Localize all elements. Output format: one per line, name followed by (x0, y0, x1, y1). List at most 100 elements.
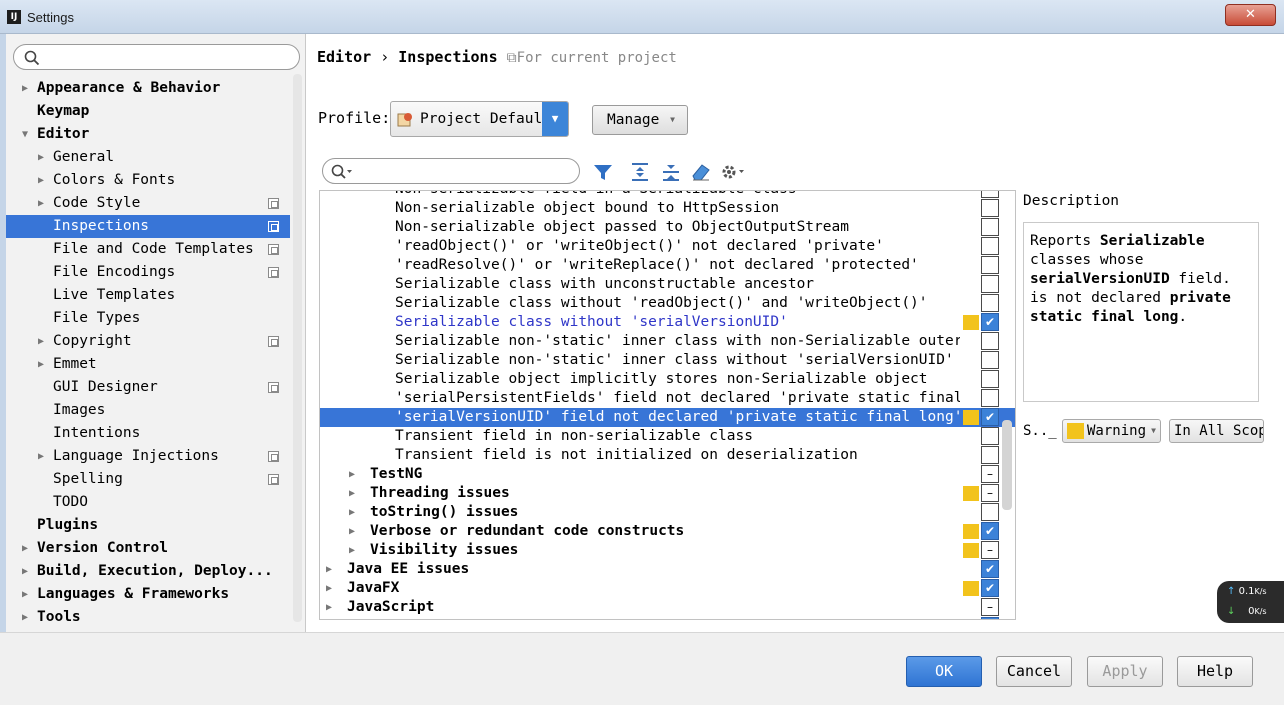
collapsed-arrow-icon[interactable]: ▶ (38, 330, 44, 353)
sidebar-item[interactable]: ▶ Colors & Fonts (6, 169, 290, 192)
inspection-checkbox[interactable] (981, 541, 999, 559)
collapsed-arrow-icon[interactable]: ▶ (22, 560, 28, 583)
inspection-filter-input[interactable] (322, 158, 580, 184)
collapsed-arrow-icon[interactable]: ▶ (326, 579, 332, 598)
inspection-checkbox[interactable] (981, 199, 999, 217)
collapsed-arrow-icon[interactable]: ▶ (38, 445, 44, 468)
scope-dropdown[interactable]: In All Scopes (1169, 419, 1264, 443)
inspection-row[interactable]: Non-serializable object passed to Object… (320, 218, 1015, 237)
inspection-row[interactable]: 'serialPersistentFields' field not decla… (320, 389, 1015, 408)
inspection-row[interactable]: Serializable class with unconstructable … (320, 275, 1015, 294)
inspection-row[interactable]: Serializable class without 'serialVersio… (320, 313, 1015, 332)
inspection-checkbox[interactable]: ✔ (981, 522, 999, 540)
inspection-checkbox[interactable] (981, 389, 999, 407)
apply-button[interactable]: Apply (1087, 656, 1163, 687)
inspection-checkbox[interactable] (981, 275, 999, 293)
profile-dropdown[interactable]: Project Default ▼ (390, 101, 569, 137)
chevron-down-icon[interactable]: ▼ (542, 102, 568, 136)
inspection-checkbox[interactable] (981, 256, 999, 274)
inspection-row[interactable]: Transient field is not initialized on de… (320, 446, 1015, 465)
collapsed-arrow-icon[interactable]: ▶ (349, 522, 355, 541)
sidebar-item[interactable]: ▶ Language Injections (6, 445, 290, 468)
sidebar-item[interactable]: ▶ Build, Execution, Deploy... (6, 560, 290, 583)
inspection-row[interactable]: 'readResolve()' or 'writeReplace()' not … (320, 256, 1015, 275)
inspection-row[interactable]: Serializable class without 'readObject()… (320, 294, 1015, 313)
inspection-checkbox[interactable] (981, 191, 999, 198)
inspection-checkbox[interactable] (981, 218, 999, 236)
collapse-all-icon[interactable] (660, 161, 682, 183)
sidebar-item[interactable]: File Types (6, 307, 290, 330)
reset-eraser-icon[interactable] (690, 161, 712, 183)
collapsed-arrow-icon[interactable]: ▶ (38, 146, 44, 169)
sidebar-item[interactable]: TODO (6, 491, 290, 514)
inspection-row[interactable]: ▶ Visibility issues (320, 541, 1015, 560)
collapsed-arrow-icon[interactable]: ▶ (22, 77, 28, 100)
collapsed-arrow-icon[interactable]: ▶ (22, 537, 28, 560)
inspection-checkbox[interactable] (981, 294, 999, 312)
inspection-checkbox[interactable]: ✔ (981, 313, 999, 331)
sidebar-item[interactable]: Images (6, 399, 290, 422)
help-button[interactable]: Help (1177, 656, 1253, 687)
inspection-checkbox[interactable]: ✔ (981, 560, 999, 578)
collapsed-arrow-icon[interactable]: ▶ (349, 541, 355, 560)
inspection-checkbox[interactable] (981, 332, 999, 350)
collapsed-arrow-icon[interactable]: ▶ (38, 192, 44, 215)
sidebar-item[interactable]: ▼ Editor (6, 123, 290, 146)
inspection-row[interactable]: Non-serializable field in a Serializable… (320, 191, 1015, 199)
inspection-checkbox[interactable] (981, 503, 999, 521)
inspection-row[interactable]: ▶ toString() issues (320, 503, 1015, 522)
inspection-row[interactable]: Serializable non-'static' inner class wi… (320, 351, 1015, 370)
sidebar-item[interactable]: ▶ Appearance & Behavior (6, 77, 290, 100)
sidebar-item[interactable]: Inspections (6, 215, 290, 238)
inspection-checkbox[interactable] (981, 370, 999, 388)
expanded-arrow-icon[interactable]: ▼ (22, 123, 28, 146)
collapsed-arrow-icon[interactable]: ▶ (326, 617, 332, 619)
inspection-checkbox[interactable] (981, 598, 999, 616)
collapsed-arrow-icon[interactable]: ▶ (38, 169, 44, 192)
inspection-checkbox[interactable]: ✔ (981, 579, 999, 597)
collapsed-arrow-icon[interactable]: ▶ (349, 484, 355, 503)
inspection-row[interactable]: 'serialVersionUID' field not declared 'p… (320, 408, 1015, 427)
inspection-row[interactable]: Transient field in non-serializable clas… (320, 427, 1015, 446)
collapsed-arrow-icon[interactable]: ▶ (326, 598, 332, 617)
collapsed-arrow-icon[interactable]: ▶ (349, 503, 355, 522)
ok-button[interactable]: OK (906, 656, 982, 687)
inspection-row[interactable]: ▶ JavaScript (320, 598, 1015, 617)
sidebar-item[interactable]: GUI Designer (6, 376, 290, 399)
inspection-row[interactable]: ▶ Java EE issues ✔ (320, 560, 1015, 579)
sidebar-item[interactable]: ▶ Code Style (6, 192, 290, 215)
breadcrumb-editor[interactable]: Editor (317, 48, 371, 66)
sidebar-item[interactable]: Intentions (6, 422, 290, 445)
severity-dropdown[interactable]: Warning ▼ (1062, 419, 1161, 443)
inspection-row[interactable]: Non-serializable object bound to HttpSes… (320, 199, 1015, 218)
expand-all-icon[interactable] (629, 161, 651, 183)
sidebar-item[interactable]: Live Templates (6, 284, 290, 307)
settings-search-input[interactable] (13, 44, 300, 70)
sidebar-item[interactable]: ▶ Tools (6, 606, 290, 629)
inspection-row[interactable]: ▶ Threading issues (320, 484, 1015, 503)
inspection-row[interactable]: Serializable object implicitly stores no… (320, 370, 1015, 389)
sidebar-scrollbar[interactable] (293, 74, 302, 622)
sidebar-item[interactable]: Plugins (6, 514, 290, 537)
sidebar-item[interactable]: ▶ General (6, 146, 290, 169)
sidebar-item[interactable]: ▶ Languages & Frameworks (6, 583, 290, 606)
inspection-row[interactable]: ▶ TestNG (320, 465, 1015, 484)
sidebar-item[interactable]: Spelling (6, 468, 290, 491)
sidebar-item[interactable]: ▶ Copyright (6, 330, 290, 353)
gear-icon[interactable] (720, 161, 746, 183)
cancel-button[interactable]: Cancel (996, 656, 1072, 687)
collapsed-arrow-icon[interactable]: ▶ (349, 465, 355, 484)
sidebar-item[interactable]: ▶ Version Control (6, 537, 290, 560)
collapsed-arrow-icon[interactable]: ▶ (326, 560, 332, 579)
collapsed-arrow-icon[interactable]: ▶ (38, 353, 44, 376)
close-button[interactable]: ✕ (1225, 4, 1276, 26)
inspection-row[interactable]: 'readObject()' or 'writeObject()' not de… (320, 237, 1015, 256)
sidebar-item[interactable]: File and Code Templates (6, 238, 290, 261)
inspection-checkbox[interactable] (981, 237, 999, 255)
filter-icon[interactable] (592, 161, 614, 183)
inspection-checkbox[interactable]: ✔ (981, 408, 999, 426)
inspection-row[interactable]: ▶ Verbose or redundant code constructs ✔ (320, 522, 1015, 541)
inspections-scrollbar[interactable] (1002, 420, 1012, 510)
sidebar-item[interactable]: Keymap (6, 100, 290, 123)
inspection-checkbox[interactable] (981, 465, 999, 483)
